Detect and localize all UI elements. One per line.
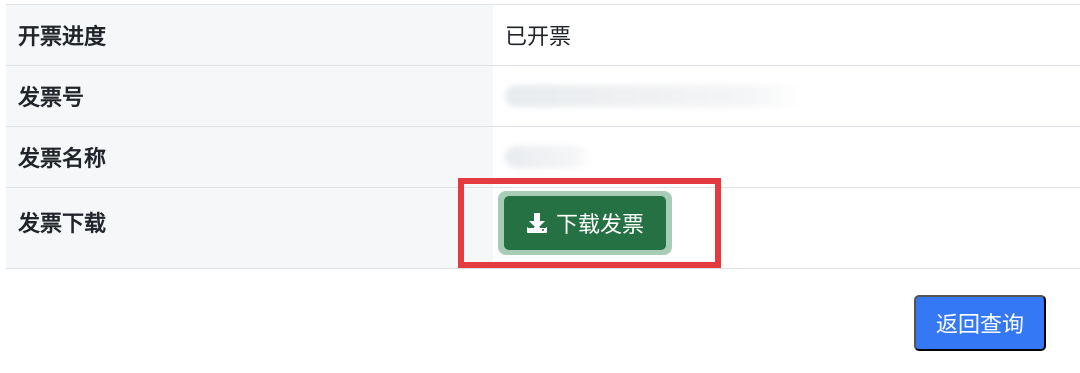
row-label-invoice-name: 发票名称 <box>6 127 493 187</box>
row-value-invoice-number <box>493 66 1080 126</box>
row-label-invoice-download: 发票下载 <box>6 188 493 268</box>
table-row: 开票进度 已开票 <box>6 4 1080 65</box>
download-invoice-button[interactable]: 下载发票 <box>504 196 666 250</box>
invoice-detail-page: 开票进度 已开票 发票号 发票名称 发票下载 下载发票 返回查询 <box>0 0 1080 373</box>
download-button-label: 下载发票 <box>555 212 644 237</box>
table-row: 发票名称 <box>6 126 1080 187</box>
download-button-focus-ring: 下载发票 <box>498 191 672 255</box>
row-value-invoice-name <box>493 127 1080 187</box>
back-to-query-button[interactable]: 返回查询 <box>914 295 1046 351</box>
table-row: 发票号 <box>6 65 1080 126</box>
row-label-progress: 开票进度 <box>6 5 493 65</box>
row-value-progress: 已开票 <box>505 25 572 50</box>
redacted-invoice-number <box>505 85 805 107</box>
row-label-invoice-number: 发票号 <box>6 66 493 126</box>
download-icon <box>526 213 547 233</box>
redacted-invoice-name <box>505 146 591 168</box>
